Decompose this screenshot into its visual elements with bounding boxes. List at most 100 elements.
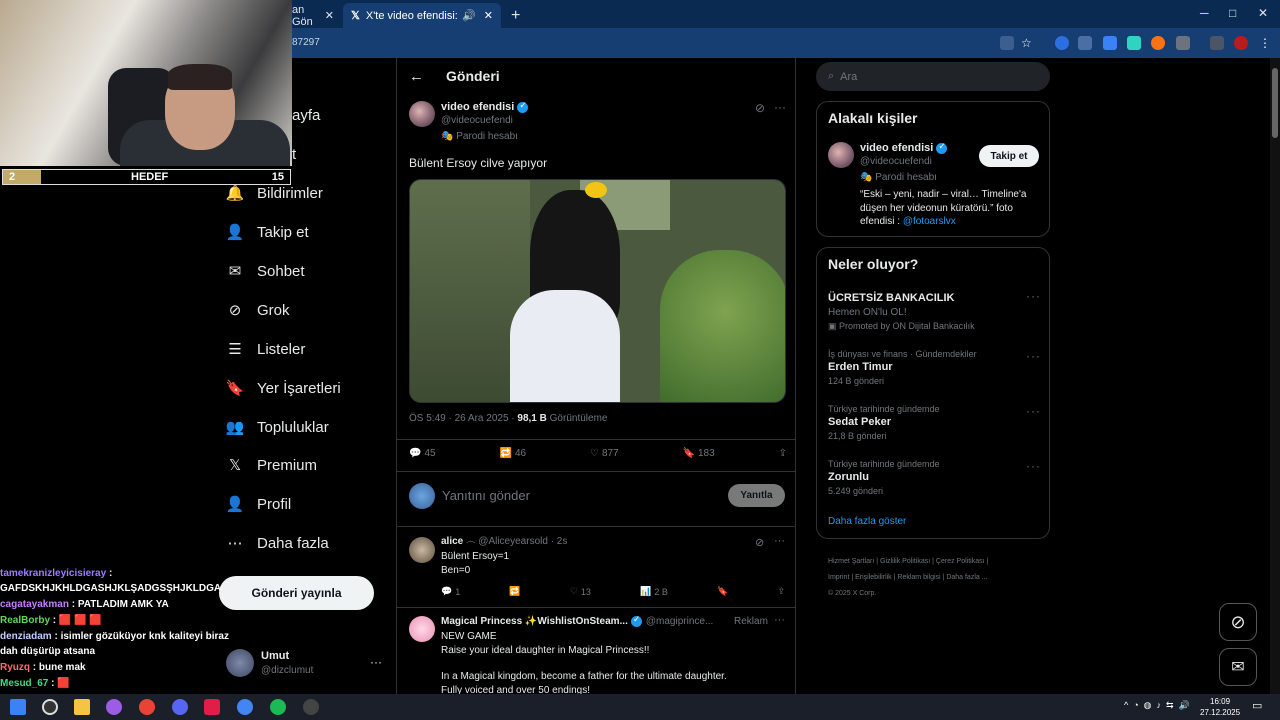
trend-meta: 21,8 B gönderi (828, 431, 887, 441)
trend-item[interactable]: Türkiye tarihinde gündemde Sedat Peker 2… (828, 404, 1038, 441)
back-arrow-icon[interactable]: ← (409, 68, 424, 85)
speaker-icon[interactable]: 🔊 (462, 9, 476, 22)
reply-submit-button[interactable]: Yanıtla (728, 484, 785, 507)
chrome-icon[interactable] (139, 699, 155, 715)
sidebar-item-2[interactable]: 🔔 Bildirimler (224, 175, 323, 211)
like-button[interactable]: ♡ 877 (590, 448, 619, 459)
app-icon[interactable] (204, 699, 220, 715)
tray-icons[interactable]: ^◔◍♪⇆🔊 (1124, 700, 1195, 711)
trend-item[interactable]: İş dünyası ve finans · Gündemdekiler Erd… (828, 349, 1038, 386)
share-button[interactable]: ⇪ (779, 448, 787, 459)
footer-link[interactable]: Gizlilik Politikası (880, 558, 930, 565)
ad-author[interactable]: Magical Princess ✨WishlistOnSteam... @mag… (441, 614, 713, 627)
more-icon[interactable]: ··· (774, 535, 785, 547)
sidebar-item-3[interactable]: 👤 Takip et (224, 214, 309, 250)
cast-icon[interactable] (1000, 36, 1014, 50)
new-tab-button[interactable]: + (503, 3, 523, 28)
footer-link[interactable]: Çerez Politikası (936, 558, 985, 565)
close-icon[interactable]: ✕ (325, 9, 334, 22)
reply-button[interactable]: 💬 1 (441, 586, 460, 597)
search-input[interactable]: ⌕ Ara (816, 62, 1050, 91)
spotify-icon[interactable] (270, 699, 286, 715)
sidebar-item-5[interactable]: ⊘ Grok (224, 292, 290, 328)
sidebar-item-4[interactable]: ✉ Sohbet (224, 253, 305, 289)
avatar[interactable] (409, 537, 435, 563)
like-button[interactable]: ♡ 13 (570, 586, 591, 597)
post-author[interactable]: video efendisi (441, 100, 529, 113)
footer-link[interactable]: Hizmet Şartları (828, 558, 874, 565)
reply-input[interactable]: Yanıtını gönder (442, 488, 530, 503)
more-icon[interactable]: ··· (1026, 349, 1041, 363)
trend-item[interactable]: Türkiye tarihinde gündemde Zorunlu 5.249… (828, 459, 1038, 496)
avatar[interactable] (828, 142, 854, 168)
star-icon[interactable]: ☆ (1021, 36, 1035, 50)
show-more-link[interactable]: Daha fazla göster (828, 516, 906, 527)
sidebar-item-8[interactable]: 👥 Topluluklar (224, 409, 329, 445)
tab-active[interactable]: 𝕏 X'te video efendisi: "Bülent 🔊 ✕ (343, 3, 501, 28)
post-button[interactable]: Gönderi yayınla (219, 576, 374, 610)
notification-icon[interactable]: ▭ (1252, 699, 1262, 712)
more-icon[interactable]: ··· (774, 614, 785, 626)
app-icon[interactable] (106, 699, 122, 715)
sidebar-item-11[interactable]: ⋯ Daha fazla (224, 525, 329, 561)
media-icon[interactable] (1210, 36, 1224, 50)
avatar[interactable] (409, 101, 435, 127)
bookmark-button[interactable]: 🔖 183 (683, 448, 715, 459)
extension-icon[interactable] (1103, 36, 1117, 50)
repost-button[interactable]: 🔁 (509, 586, 520, 597)
avatar[interactable] (409, 616, 435, 642)
system-clock[interactable]: 16:09 27.12.2025 (1200, 696, 1240, 718)
grok-icon[interactable]: ⊘ (755, 536, 764, 549)
scrollbar[interactable] (1270, 58, 1280, 694)
footer-link[interactable]: Imprint (828, 574, 849, 581)
more-icon[interactable]: ··· (774, 100, 786, 114)
post-video[interactable] (409, 179, 786, 403)
grok-icon[interactable]: ⊘ (755, 101, 765, 115)
reply-author[interactable]: alice ෴ @Aliceyearsold · 2s (441, 536, 567, 547)
follow-button[interactable]: Takip et (979, 145, 1039, 167)
sidebar-item-10[interactable]: 👤 Profil (224, 486, 292, 522)
bio-link[interactable]: @fotoarslvx (903, 216, 956, 227)
avatar[interactable] (1234, 36, 1248, 50)
discord-icon[interactable] (172, 699, 188, 715)
tab-previous[interactable]: an Gön ✕ (284, 3, 342, 28)
minimize-button[interactable]: ─ (1200, 6, 1209, 20)
sidebar-item-7[interactable]: 🔖 Yer İşaretleri (224, 370, 341, 406)
sidebar-item-9[interactable]: 𝕏 Premium (224, 447, 317, 483)
grok-fab[interactable]: ⊘ (1219, 603, 1257, 641)
share-button[interactable]: ⇪ (777, 586, 785, 597)
close-icon[interactable]: ✕ (484, 9, 493, 22)
translate-icon[interactable] (1127, 36, 1141, 50)
extension-icon[interactable] (1151, 36, 1165, 50)
scrollbar-thumb[interactable] (1272, 68, 1278, 138)
menu-icon[interactable]: ⋮ (1258, 36, 1272, 50)
sidebar-item-0[interactable]: ayfa (292, 97, 320, 133)
file-explorer-icon[interactable] (74, 699, 90, 715)
more-icon[interactable]: ··· (1026, 289, 1041, 303)
reply-button[interactable]: 💬 45 (409, 448, 436, 459)
puzzle-icon[interactable] (1176, 36, 1190, 50)
extension-icon[interactable] (1078, 36, 1092, 50)
windows-start-icon[interactable] (10, 699, 26, 715)
relevant-author[interactable]: video efendisi (860, 141, 948, 154)
more-icon[interactable]: ··· (1026, 404, 1041, 418)
search-icon[interactable] (42, 699, 58, 715)
extension-icon[interactable] (1055, 36, 1069, 50)
chrome-icon[interactable] (237, 699, 253, 715)
maximize-button[interactable]: □ (1229, 6, 1236, 20)
sidebar-item-6[interactable]: ☰ Listeler (224, 331, 305, 367)
account-switcher[interactable]: Umut @dizclumut ··· (224, 645, 384, 685)
footer-link[interactable]: Erişilebilirlik (855, 574, 892, 581)
views-button[interactable]: 📊 2 B (640, 586, 668, 597)
sidebar-item-1[interactable]: t (292, 136, 296, 172)
footer-link[interactable]: Daha fazla ... (946, 574, 987, 581)
repost-button[interactable]: 🔁 46 (499, 448, 526, 459)
trend-item[interactable]: ÜCRETSİZ BANKACILIK Hemen ON'lu OL! ▣ Pr… (828, 290, 1038, 332)
obs-icon[interactable] (303, 699, 319, 715)
url-text[interactable]: 87297 (292, 37, 320, 48)
footer-link[interactable]: Reklam bilgisi (897, 574, 940, 581)
bookmark-button[interactable]: 🔖 (717, 586, 728, 597)
messages-fab[interactable]: ✉ (1219, 648, 1257, 686)
close-window-button[interactable]: ✕ (1258, 6, 1268, 20)
more-icon[interactable]: ··· (1026, 459, 1041, 473)
